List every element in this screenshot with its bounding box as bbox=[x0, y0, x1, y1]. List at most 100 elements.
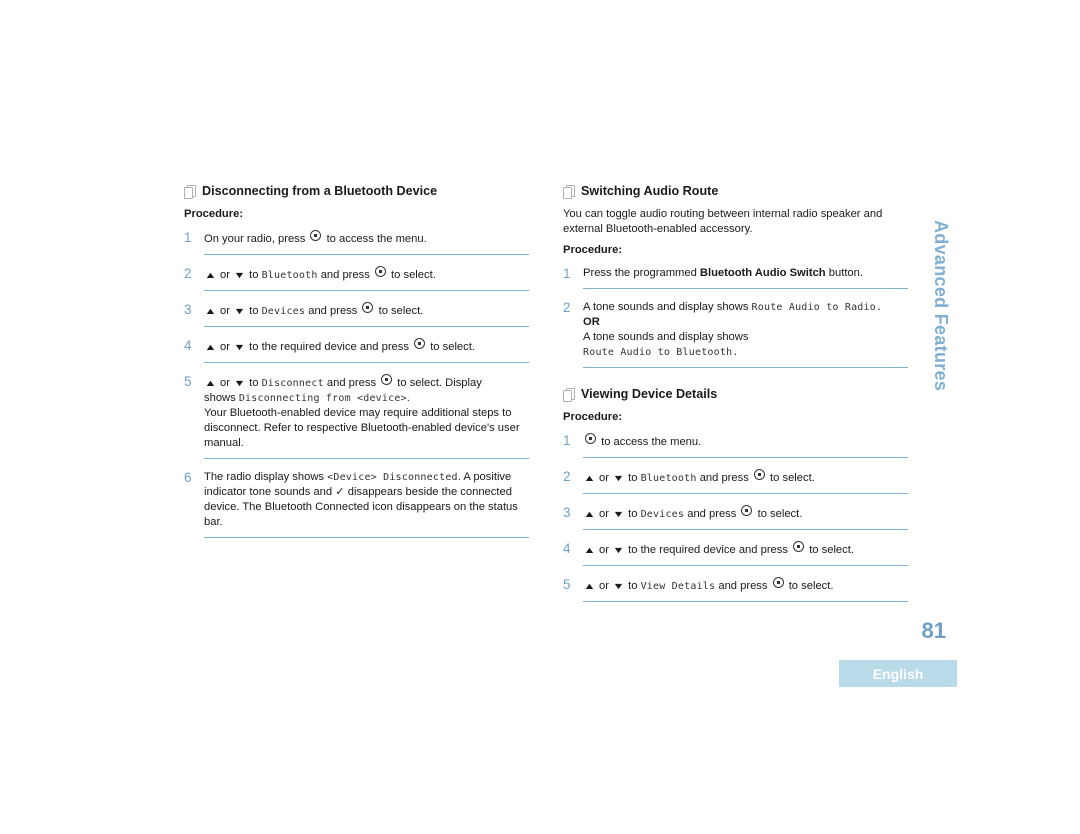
procedure-label: Procedure: bbox=[184, 208, 244, 220]
step-text-part: and press bbox=[718, 580, 768, 592]
step-text-part: to bbox=[628, 472, 638, 484]
step-text-part: button. bbox=[828, 267, 863, 279]
menu-ok-button-icon bbox=[414, 338, 426, 349]
step-text-part: On your radio, press bbox=[204, 233, 306, 245]
menu-ok-button-icon bbox=[793, 541, 805, 552]
procedure-label: Procedure: bbox=[563, 411, 623, 423]
step-text-part: The radio display shows bbox=[204, 471, 325, 483]
step-text-part: to bbox=[628, 508, 638, 520]
step-number: 2 bbox=[184, 266, 192, 281]
section-title-text: Disconnecting from a Bluetooth Device bbox=[202, 183, 438, 198]
step-text: A tone sounds and display shows Route Au… bbox=[583, 300, 908, 360]
step-text-part: or bbox=[220, 377, 230, 389]
procedure-steps: 1 Press the programmed Bluetooth Audio S… bbox=[563, 266, 908, 368]
up-arrow-icon: ▲ bbox=[204, 342, 217, 352]
menu-ok-button-icon bbox=[310, 230, 322, 241]
up-arrow-icon: ▲ bbox=[583, 473, 596, 483]
step-text-part: A tone sounds and display shows bbox=[583, 301, 749, 313]
step-text-part: or bbox=[599, 508, 609, 520]
display-text: Route Audio to Radio. bbox=[751, 302, 883, 313]
step-note: Your Bluetooth-enabled device may requir… bbox=[204, 407, 520, 449]
step-text-part: and press bbox=[320, 269, 370, 281]
step-item: 1 On your radio, press to access the men… bbox=[184, 230, 529, 255]
step-text-part: and press bbox=[326, 377, 377, 389]
display-text: Devices bbox=[640, 509, 685, 520]
step-number: 6 bbox=[184, 470, 192, 485]
step-text: ▲ or ▼ to the required device and press … bbox=[583, 541, 908, 558]
step-text: ▲ or ▼ to Bluetooth and press to select. bbox=[583, 469, 908, 486]
down-arrow-icon: ▼ bbox=[233, 342, 246, 352]
step-text: ▲ or ▼ to Devices and press to select. bbox=[204, 302, 529, 319]
display-text: Disconnecting from <device> bbox=[238, 393, 407, 404]
step-text: On your radio, press to access the menu. bbox=[204, 230, 529, 247]
step-text: to access the menu. bbox=[583, 433, 908, 450]
step-text-part: to the required device and press bbox=[628, 544, 788, 556]
section-title-switching-audio: Switching Audio Route bbox=[563, 183, 908, 199]
down-arrow-icon: ▼ bbox=[612, 545, 625, 555]
step-text-part: and press bbox=[687, 508, 737, 520]
step-text-part: or bbox=[599, 580, 609, 592]
menu-ok-button-icon bbox=[362, 302, 374, 313]
right-column: Switching Audio Route You can toggle aud… bbox=[563, 183, 908, 613]
step-item: 3 ▲ or ▼ to Devices and press to select. bbox=[184, 302, 529, 327]
step-text-part: and press bbox=[308, 305, 358, 317]
menu-ok-button-icon bbox=[772, 577, 784, 588]
menu-ok-button-icon bbox=[741, 505, 753, 516]
step-number: 2 bbox=[563, 469, 571, 484]
display-text: Bluetooth bbox=[261, 270, 318, 281]
display-text: Disconnect bbox=[261, 378, 324, 389]
button-name: Bluetooth Audio Switch bbox=[699, 267, 826, 279]
step-item: 4 ▲ or ▼ to the required device and pres… bbox=[184, 338, 529, 363]
section-intro: You can toggle audio routing between int… bbox=[563, 208, 883, 235]
step-text-part: to select. bbox=[391, 269, 436, 281]
step-text-part: to select. Display bbox=[397, 377, 482, 389]
step-text: Press the programmed Bluetooth Audio Swi… bbox=[583, 266, 908, 281]
step-item: 4 ▲ or ▼ to the required device and pres… bbox=[563, 541, 908, 566]
section-title-text: Viewing Device Details bbox=[581, 386, 718, 401]
procedure-steps: 1 On your radio, press to access the men… bbox=[184, 230, 529, 538]
step-text-part: to bbox=[628, 580, 638, 592]
display-text: View Details bbox=[640, 581, 716, 592]
viewing-device-details-section: Viewing Device Details Procedure: 1 to a… bbox=[563, 386, 908, 602]
step-number: 5 bbox=[184, 374, 192, 389]
step-item: 1 to access the menu. bbox=[563, 433, 908, 458]
step-item: 2 A tone sounds and display shows Route … bbox=[563, 300, 908, 368]
step-text-part: or bbox=[599, 544, 609, 556]
step-text-part: to access the menu. bbox=[601, 436, 702, 448]
display-text: Route Audio to Bluetooth. bbox=[583, 347, 739, 358]
step-text-part: to select. bbox=[788, 580, 834, 592]
up-arrow-icon: ▲ bbox=[204, 270, 217, 280]
procedure-steps: 1 to access the menu. 2 ▲ or ▼ to Blueto… bbox=[563, 433, 908, 602]
step-number: 1 bbox=[563, 433, 571, 448]
step-number: 5 bbox=[563, 577, 571, 592]
step-text-part: or bbox=[220, 341, 230, 353]
step-number: 1 bbox=[184, 230, 192, 245]
step-text: The radio display shows <Device> Disconn… bbox=[204, 470, 529, 530]
down-arrow-icon: ▼ bbox=[612, 509, 625, 519]
document-icon bbox=[184, 184, 196, 199]
menu-ok-button-icon bbox=[381, 374, 393, 385]
step-number: 4 bbox=[184, 338, 192, 353]
step-text-part: to select. bbox=[378, 305, 424, 317]
procedure-label: Procedure: bbox=[563, 244, 623, 256]
step-number: 1 bbox=[563, 266, 571, 281]
step-number: 3 bbox=[184, 302, 192, 317]
step-text-part: to bbox=[249, 269, 259, 281]
display-text: Devices bbox=[261, 306, 306, 317]
step-text: ▲ or ▼ to Devices and press to select. bbox=[583, 505, 908, 522]
section-title-viewing-details: Viewing Device Details bbox=[563, 386, 908, 402]
step-item: 2 ▲ or ▼ to Bluetooth and press to selec… bbox=[184, 266, 529, 291]
step-text-part: to bbox=[249, 305, 259, 317]
up-arrow-icon: ▲ bbox=[583, 581, 596, 591]
step-text-part: to the required device and press bbox=[249, 341, 409, 353]
down-arrow-icon: ▼ bbox=[233, 270, 246, 280]
up-arrow-icon: ▲ bbox=[583, 545, 596, 555]
menu-ok-button-icon bbox=[585, 433, 596, 444]
language-tab: English bbox=[839, 660, 957, 687]
step-text: ▲ or ▼ to Disconnect and press to select… bbox=[204, 374, 529, 451]
step-item: 2 ▲ or ▼ to Bluetooth and press to selec… bbox=[563, 469, 908, 494]
step-text: ▲ or ▼ to the required device and press … bbox=[204, 338, 529, 355]
step-text: ▲ or ▼ to Bluetooth and press to select. bbox=[204, 266, 529, 283]
step-text-part: Press the programmed bbox=[583, 267, 697, 279]
step-text-part: to access the menu. bbox=[326, 233, 427, 245]
